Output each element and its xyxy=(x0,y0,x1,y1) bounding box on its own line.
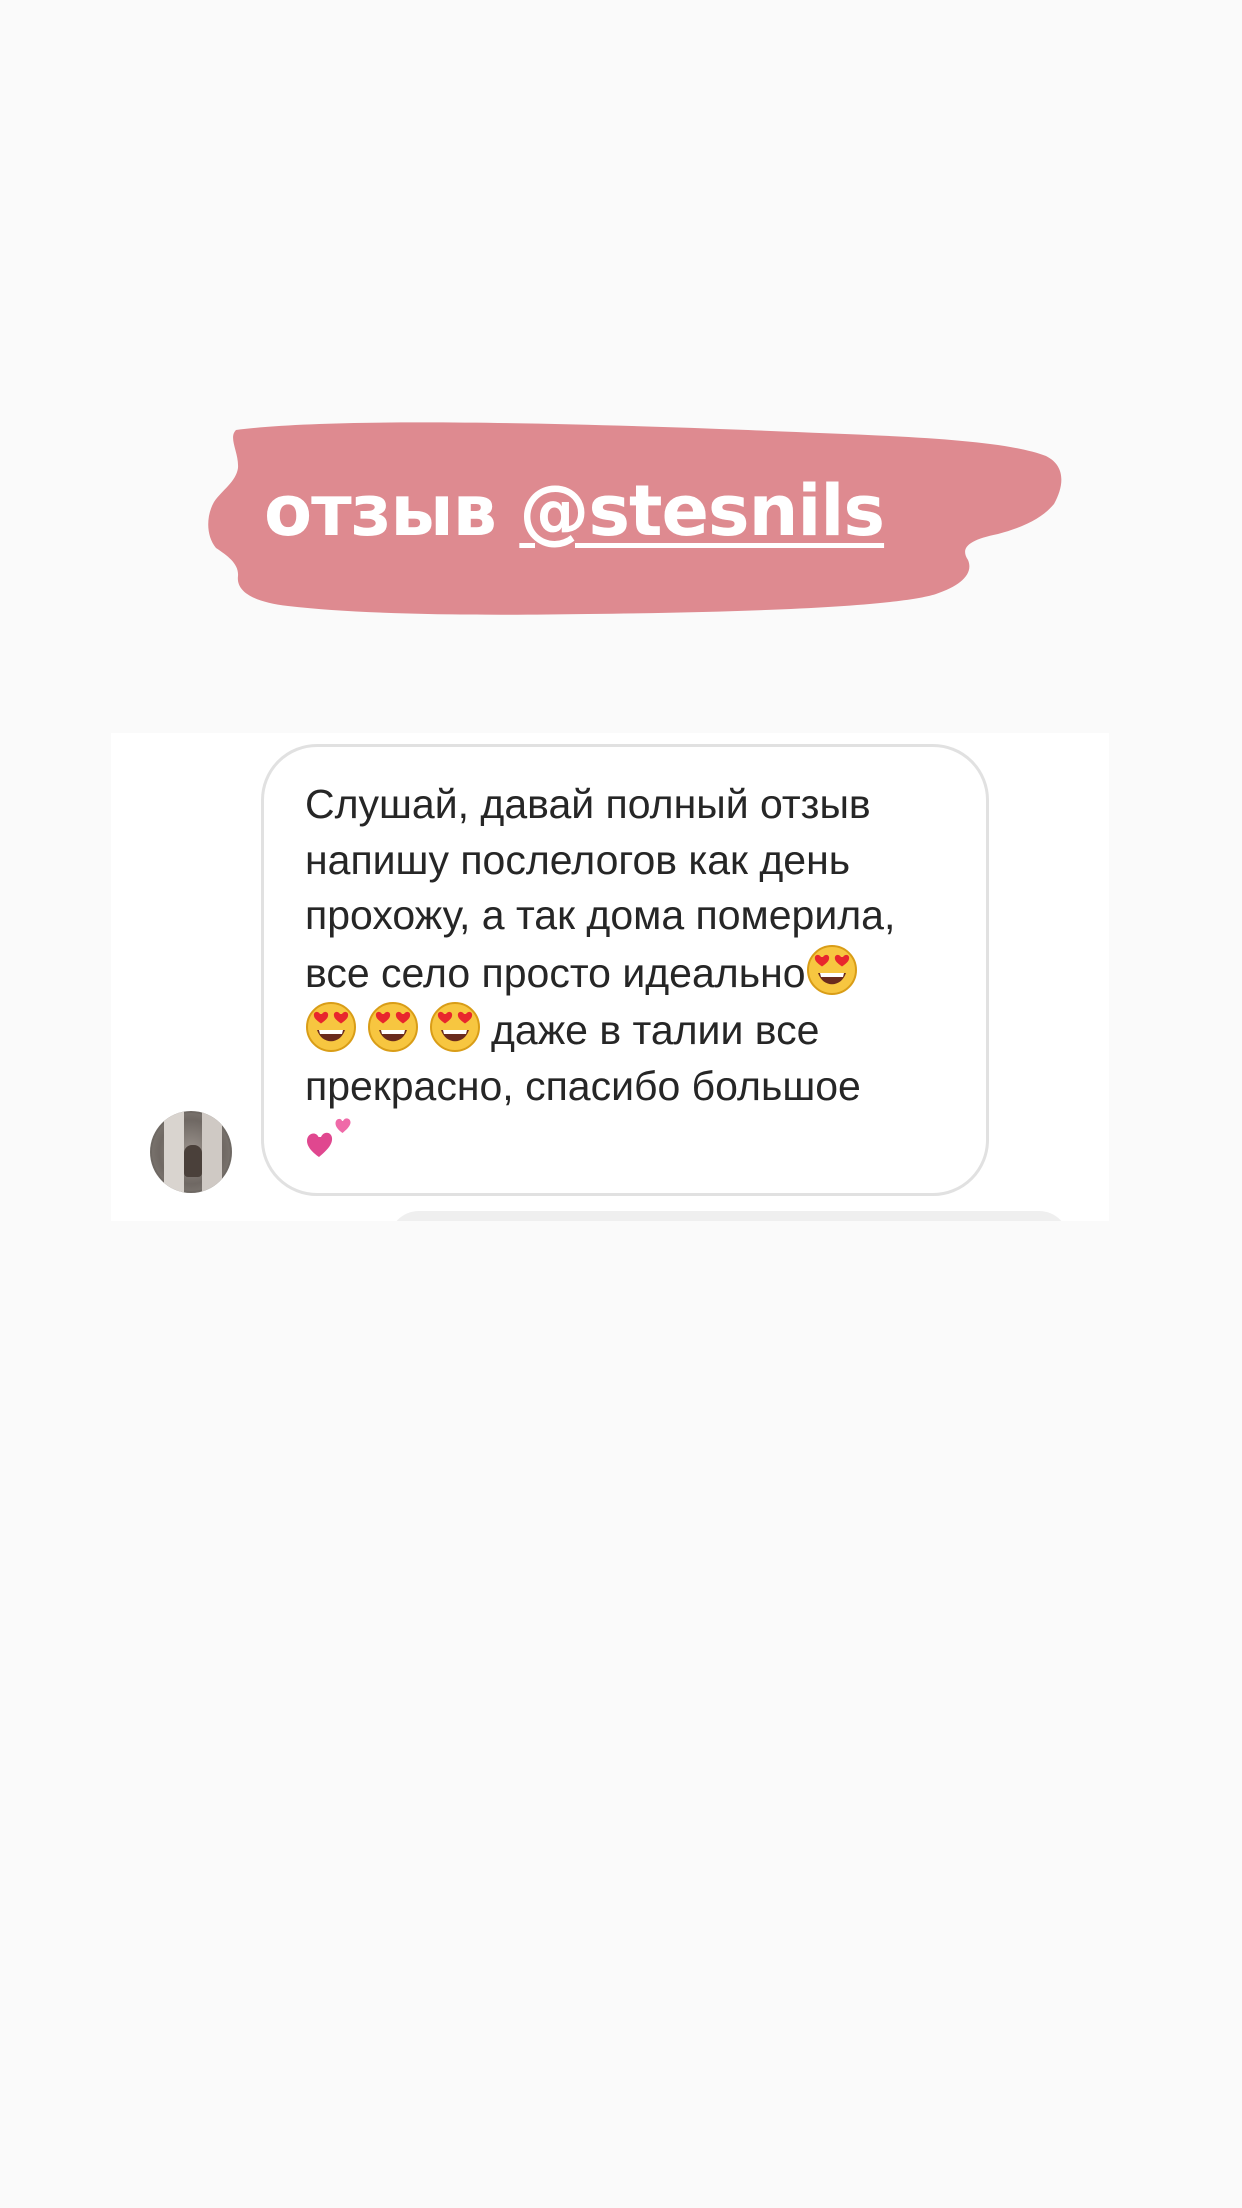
message-line: прекрасно, спасибо большое xyxy=(305,1062,861,1109)
next-message-bubble-edge xyxy=(389,1211,1069,1221)
user-avatar[interactable] xyxy=(150,1111,232,1193)
message-line: прохожу, а так дома померила, xyxy=(305,892,896,938)
story-canvas: отзыв @stesnils Слушай, давай полный отз… xyxy=(0,0,1242,2208)
message-line: даже в талии все xyxy=(491,1007,820,1053)
smiling-face-with-heart-eyes-icon xyxy=(305,1001,357,1053)
smiling-face-with-heart-eyes-icon xyxy=(806,944,858,996)
message-line: Слушай, давай полный отзыв xyxy=(305,781,871,827)
smiling-face-with-heart-eyes-icon xyxy=(429,1001,481,1053)
dm-screenshot: Слушай, давай полный отзыв напишу послело… xyxy=(111,733,1109,1221)
message-line: напишу послелогов как день xyxy=(305,836,851,883)
story-title: отзыв @stesnils xyxy=(264,466,885,556)
smiling-face-with-heart-eyes-icon xyxy=(367,1001,419,1053)
mention-link[interactable]: @stesnils xyxy=(519,470,885,552)
message-line: все село просто идеально xyxy=(305,949,806,996)
two-hearts-icon xyxy=(305,1115,361,1167)
title-prefix: отзыв xyxy=(264,470,520,552)
message-text: Слушай, давай полный отзыв напишу послело… xyxy=(305,777,950,1170)
title-sticker[interactable]: отзыв @stesnils xyxy=(208,416,1064,622)
message-bubble[interactable]: Слушай, давай полный отзыв напишу послело… xyxy=(261,744,989,1196)
